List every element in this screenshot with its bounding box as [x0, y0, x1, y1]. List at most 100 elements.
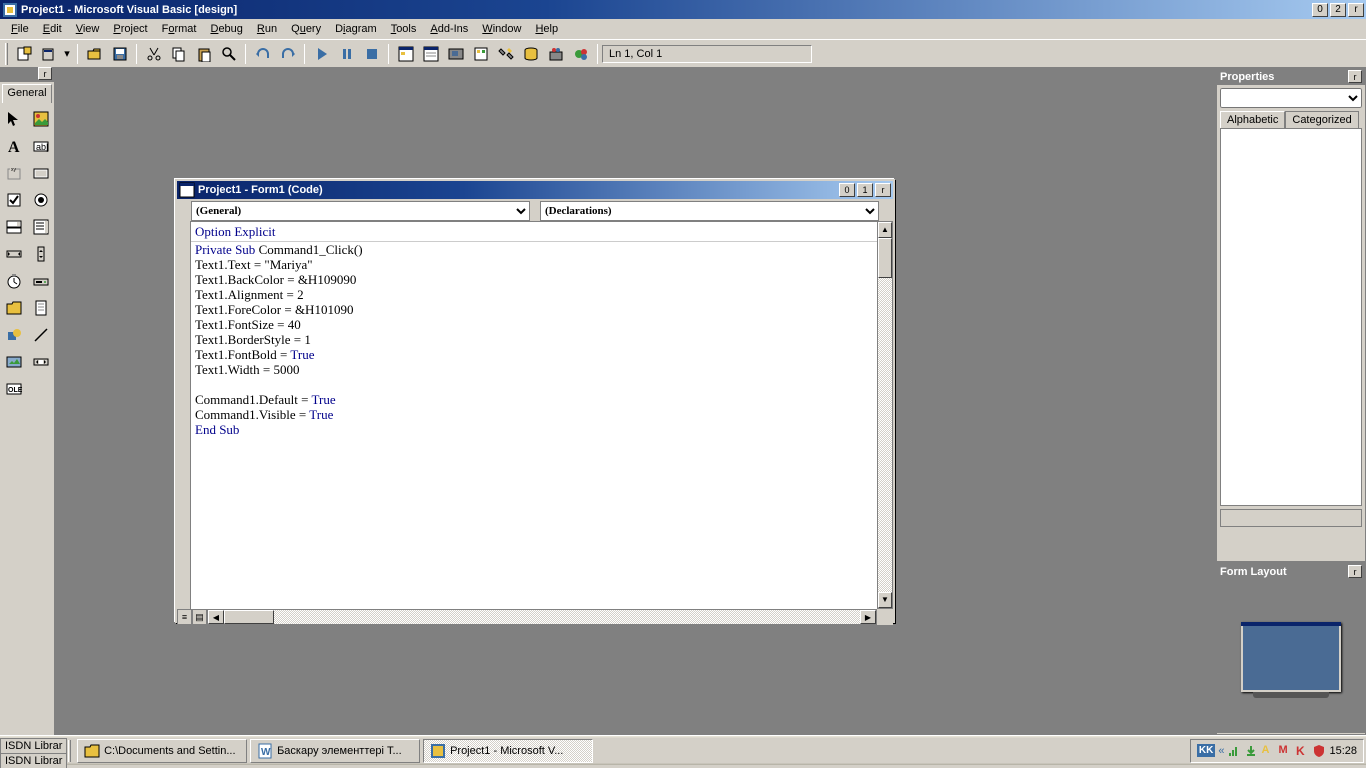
scroll-thumb[interactable] [878, 238, 892, 278]
tool-label[interactable]: A [0, 132, 27, 159]
tab-categorized[interactable]: Categorized [1285, 111, 1358, 128]
menu-debug[interactable]: Debug [203, 21, 249, 37]
taskbar-item[interactable]: WБаскару элементтері Т... [250, 739, 420, 763]
full-view-button[interactable]: ▤ [192, 609, 207, 625]
taskbar-item[interactable]: C:\Documents and Settin... [77, 739, 247, 763]
menu-format[interactable]: Format [155, 21, 204, 37]
pause-button[interactable] [335, 43, 358, 65]
new-project-button[interactable] [12, 43, 35, 65]
tab-alphabetic[interactable]: Alphabetic [1220, 111, 1285, 128]
redo-button[interactable] [276, 43, 299, 65]
menu-tools[interactable]: Tools [384, 21, 424, 37]
tray-m-icon[interactable]: M [1278, 744, 1292, 758]
scroll-down-button[interactable]: ▼ [878, 592, 892, 608]
tool-timer[interactable] [0, 267, 27, 294]
tool-ole[interactable]: OLE [0, 375, 27, 402]
undo-button[interactable] [251, 43, 274, 65]
tool-image[interactable] [0, 348, 27, 375]
menu-diagram[interactable]: Diagram [328, 21, 384, 37]
save-button[interactable] [108, 43, 131, 65]
quicklaunch-grip[interactable] [68, 740, 71, 762]
properties-close-button[interactable]: r [1348, 70, 1362, 83]
toolbox-tab-general[interactable]: General [2, 84, 52, 103]
tool-vscrollbar[interactable] [27, 240, 54, 267]
toolbox-button[interactable] [494, 43, 517, 65]
tool-data[interactable] [27, 348, 54, 375]
code-close-button[interactable]: r [875, 183, 891, 197]
object-combo[interactable]: (General) [191, 201, 530, 221]
tool-pointer[interactable] [0, 105, 27, 132]
close-button[interactable]: r [1348, 3, 1364, 17]
tool-line[interactable] [27, 321, 54, 348]
procedure-view-button[interactable]: ≡ [177, 609, 192, 625]
tool-drivebox[interactable] [27, 267, 54, 294]
form-layout-body[interactable] [1217, 580, 1365, 733]
menu-file[interactable]: File [4, 21, 36, 37]
language-indicator[interactable]: KK [1197, 744, 1215, 757]
tool-textbox[interactable]: ab| [27, 132, 54, 159]
menu-project[interactable]: Project [106, 21, 154, 37]
code-hscrollbar[interactable]: ◀ ▶ [207, 609, 877, 625]
find-button[interactable] [217, 43, 240, 65]
data-view-button[interactable] [519, 43, 542, 65]
run-button[interactable] [310, 43, 333, 65]
vb-component-button[interactable] [569, 43, 592, 65]
object-browser-button[interactable] [469, 43, 492, 65]
code-maximize-button[interactable]: 1 [857, 183, 873, 197]
tray-k-icon[interactable]: K [1295, 744, 1309, 758]
menu-help[interactable]: Help [528, 21, 565, 37]
add-item-dropdown[interactable]: ▾ [62, 43, 72, 65]
tool-optionbutton[interactable] [27, 186, 54, 213]
form-layout-close-button[interactable]: r [1348, 565, 1362, 578]
tray-shield-icon[interactable] [1312, 744, 1326, 758]
project-explorer-button[interactable] [394, 43, 417, 65]
restore-button[interactable]: 2 [1330, 3, 1346, 17]
tray-a-icon[interactable]: A [1261, 744, 1275, 758]
component-manager-button[interactable] [544, 43, 567, 65]
toolbar-grip[interactable] [5, 43, 8, 65]
properties-object-combo[interactable] [1220, 88, 1362, 108]
tool-frame[interactable]: xy [0, 159, 27, 186]
tray-signal-icon[interactable] [1227, 744, 1241, 758]
scroll-up-button[interactable]: ▲ [878, 222, 892, 238]
procedure-combo[interactable]: (Declarations) [540, 201, 879, 221]
tool-dirbox[interactable] [0, 294, 27, 321]
tool-checkbox[interactable] [0, 186, 27, 213]
tool-commandbutton[interactable] [27, 159, 54, 186]
properties-window-button[interactable] [419, 43, 442, 65]
msdn-tab-2[interactable]: ISDN Librar [0, 753, 67, 768]
tool-listbox[interactable] [27, 213, 54, 240]
tool-picturebox[interactable] [27, 105, 54, 132]
menu-view[interactable]: View [69, 21, 107, 37]
code-vscrollbar[interactable]: ▲ ▼ [877, 221, 893, 609]
paste-button[interactable] [192, 43, 215, 65]
form-layout-preview[interactable] [1241, 622, 1341, 692]
menu-query[interactable]: Query [284, 21, 328, 37]
minimize-button[interactable]: 0 [1312, 3, 1328, 17]
toolbox-close-button[interactable]: r [38, 67, 52, 80]
add-item-button[interactable] [37, 43, 60, 65]
tool-filebox[interactable] [27, 294, 54, 321]
scroll-left-button[interactable]: ◀ [208, 610, 224, 624]
menu-window[interactable]: Window [475, 21, 528, 37]
open-button[interactable] [83, 43, 106, 65]
cut-button[interactable] [142, 43, 165, 65]
scroll-right-button[interactable]: ▶ [860, 610, 876, 624]
hscroll-thumb[interactable] [224, 610, 274, 624]
tool-shape[interactable] [0, 321, 27, 348]
form-layout-button[interactable] [444, 43, 467, 65]
tray-chevron-icon[interactable]: « [1218, 745, 1224, 757]
tray-download-icon[interactable] [1244, 744, 1258, 758]
menu-addins[interactable]: Add-Ins [423, 21, 475, 37]
taskbar-item[interactable]: Project1 - Microsoft V... [423, 739, 593, 763]
code-editor[interactable]: Option Explicit Private Sub Command1_Cli… [191, 221, 877, 609]
menu-run[interactable]: Run [250, 21, 284, 37]
menu-edit[interactable]: Edit [36, 21, 69, 37]
code-minimize-button[interactable]: 0 [839, 183, 855, 197]
msdn-tab-1[interactable]: ISDN Librar [0, 738, 67, 753]
stop-button[interactable] [360, 43, 383, 65]
tray-clock[interactable]: 15:28 [1329, 745, 1357, 757]
tool-hscrollbar[interactable] [0, 240, 27, 267]
copy-button[interactable] [167, 43, 190, 65]
properties-list[interactable] [1220, 128, 1362, 506]
